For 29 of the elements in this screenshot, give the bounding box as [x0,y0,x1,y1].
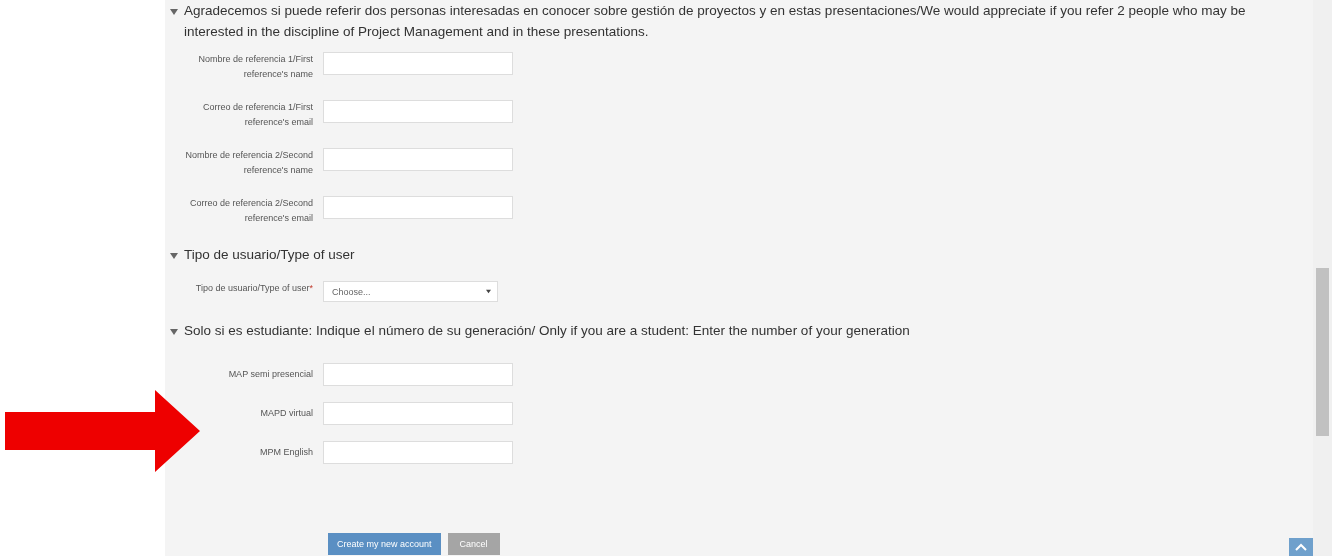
select-field[interactable]: Choose... [323,281,498,302]
chevron-up-icon [1295,543,1307,551]
back-to-top-button[interactable] [1289,538,1313,556]
field-label: Tipo de usuario/Type of user* [194,282,313,295]
caret-icon [486,289,491,294]
field-label: Correo de referencia 1/First reference's email [201,101,313,129]
section-heading: Tipo de usuario/Type of user [184,246,355,264]
text-field[interactable] [323,196,513,219]
caret-icon[interactable] [170,9,178,15]
field-label: MAPD virtual [259,407,313,420]
text-field[interactable] [323,402,513,425]
create-account-button[interactable]: Create my new account [328,533,441,555]
section-heading: Agradecemos si puede referir dos personas interesadas en conocer sobre gestión de proyectos y en estas presentaciones/We would appreciate if you refer 2 people who may be interested in the discipline of Project Management and in these presentations. [184,2,1247,41]
field-label: MPM English [259,446,313,459]
text-field[interactable] [323,52,513,75]
section-heading: Solo si es estudiante: Indique el número de su generación/ Only if you are a student: Enter the number of your generation [184,322,910,340]
cancel-button[interactable]: Cancel [447,533,500,555]
text-field[interactable] [323,100,513,123]
text-field[interactable] [323,441,513,464]
field-label: Nombre de referencia 1/First reference's name [197,53,313,81]
text-field[interactable] [323,363,513,386]
required-mark: * [309,283,313,293]
scrollbar-thumb[interactable] [1316,268,1329,436]
caret-icon[interactable] [170,329,178,335]
caret-icon[interactable] [170,253,178,259]
field-label: Correo de referencia 2/Second reference's email [188,197,313,225]
field-label: Nombre de referencia 2/Second reference's name [184,149,313,177]
text-field[interactable] [323,148,513,171]
field-label: MAP semi presencial [227,368,313,381]
